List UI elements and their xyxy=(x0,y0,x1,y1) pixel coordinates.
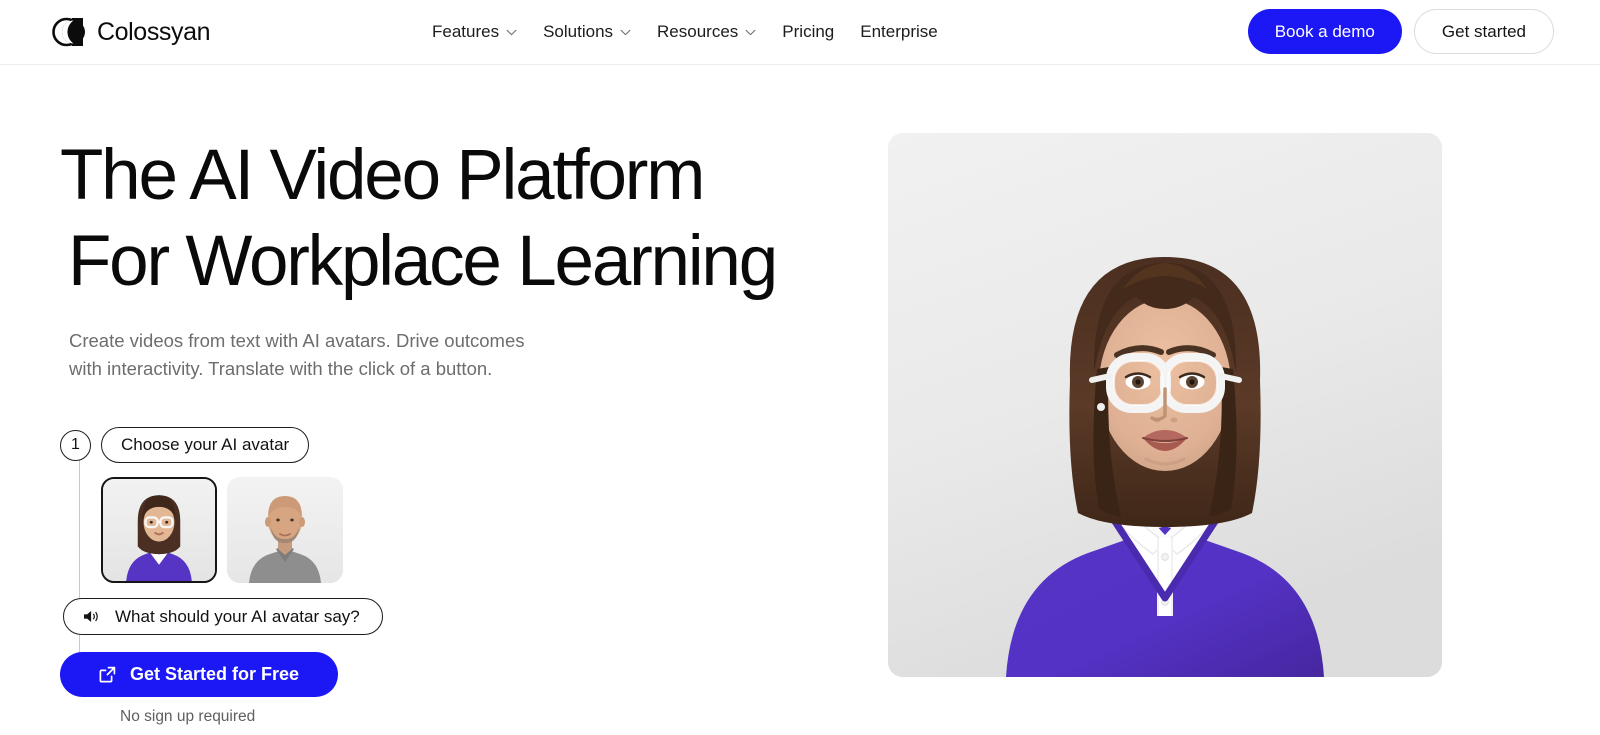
nav-item-solutions[interactable]: Solutions xyxy=(530,18,644,46)
cta-label: Get Started for Free xyxy=(129,664,300,684)
hero-section: The AI Video Platform For Workplace Lear… xyxy=(0,65,1600,735)
hero-title-line-1: The AI Video Platform xyxy=(60,136,705,215)
nav-item-pricing[interactable]: Pricing xyxy=(769,18,847,46)
avatar-thumb-man-gray-shirt[interactable] xyxy=(227,477,343,583)
hero-subtitle: Create videos from text with AI avatars.… xyxy=(69,330,525,379)
brand-name: Colossyan xyxy=(97,17,211,46)
chevron-down-icon xyxy=(745,29,756,36)
chevron-down-icon xyxy=(620,29,631,36)
avatar-script-input[interactable]: What should your AI avatar say? xyxy=(63,598,383,635)
get-started-for-free-button[interactable]: Get Started for Free xyxy=(60,652,338,697)
no-signup-note: No sign up required xyxy=(120,708,256,725)
avatar-thumbnail-row xyxy=(101,477,480,583)
main-nav: Features Solutions Resources Pricing Ent… xyxy=(432,18,951,46)
nav-item-label: Features xyxy=(432,22,500,41)
avatar-builder-widget: 1 Choose your AI avatar What should your… xyxy=(60,427,480,726)
nav-item-label: Solutions xyxy=(543,22,614,41)
avatar-script-prompt: What should your AI avatar say? xyxy=(115,606,360,626)
nav-item-resources[interactable]: Resources xyxy=(644,18,769,46)
get-started-button[interactable]: Get started xyxy=(1413,9,1554,54)
nav-item-label: Pricing xyxy=(782,22,835,41)
nav-item-label: Resources xyxy=(657,22,739,41)
step-one-row: 1 Choose your AI avatar xyxy=(60,427,480,463)
nav-item-features[interactable]: Features xyxy=(432,18,530,46)
speaker-icon xyxy=(83,609,100,624)
hero-avatar-image xyxy=(888,133,1442,677)
nav-item-enterprise[interactable]: Enterprise xyxy=(847,18,950,46)
header-actions: Book a demo Get started xyxy=(1247,9,1554,54)
external-link-icon xyxy=(99,666,116,683)
choose-avatar-pill[interactable]: Choose your AI avatar xyxy=(101,427,310,463)
book-a-demo-button[interactable]: Book a demo xyxy=(1247,9,1402,54)
brand-logo-link[interactable]: Colossyan xyxy=(52,15,211,49)
page-title: The AI Video Platform For Workplace Lear… xyxy=(60,133,860,305)
chevron-down-icon xyxy=(506,29,517,36)
site-header: Colossyan Features Solutions Resources P… xyxy=(0,0,1600,65)
avatar-thumb-woman-glasses[interactable] xyxy=(101,477,217,583)
nav-item-label: Enterprise xyxy=(860,22,938,41)
colossyan-circles-logo-icon xyxy=(52,15,86,49)
hero-title-line-2: For Workplace Learning xyxy=(68,222,778,301)
step-number-badge: 1 xyxy=(60,429,91,461)
hero-content: The AI Video Platform For Workplace Lear… xyxy=(60,133,860,726)
